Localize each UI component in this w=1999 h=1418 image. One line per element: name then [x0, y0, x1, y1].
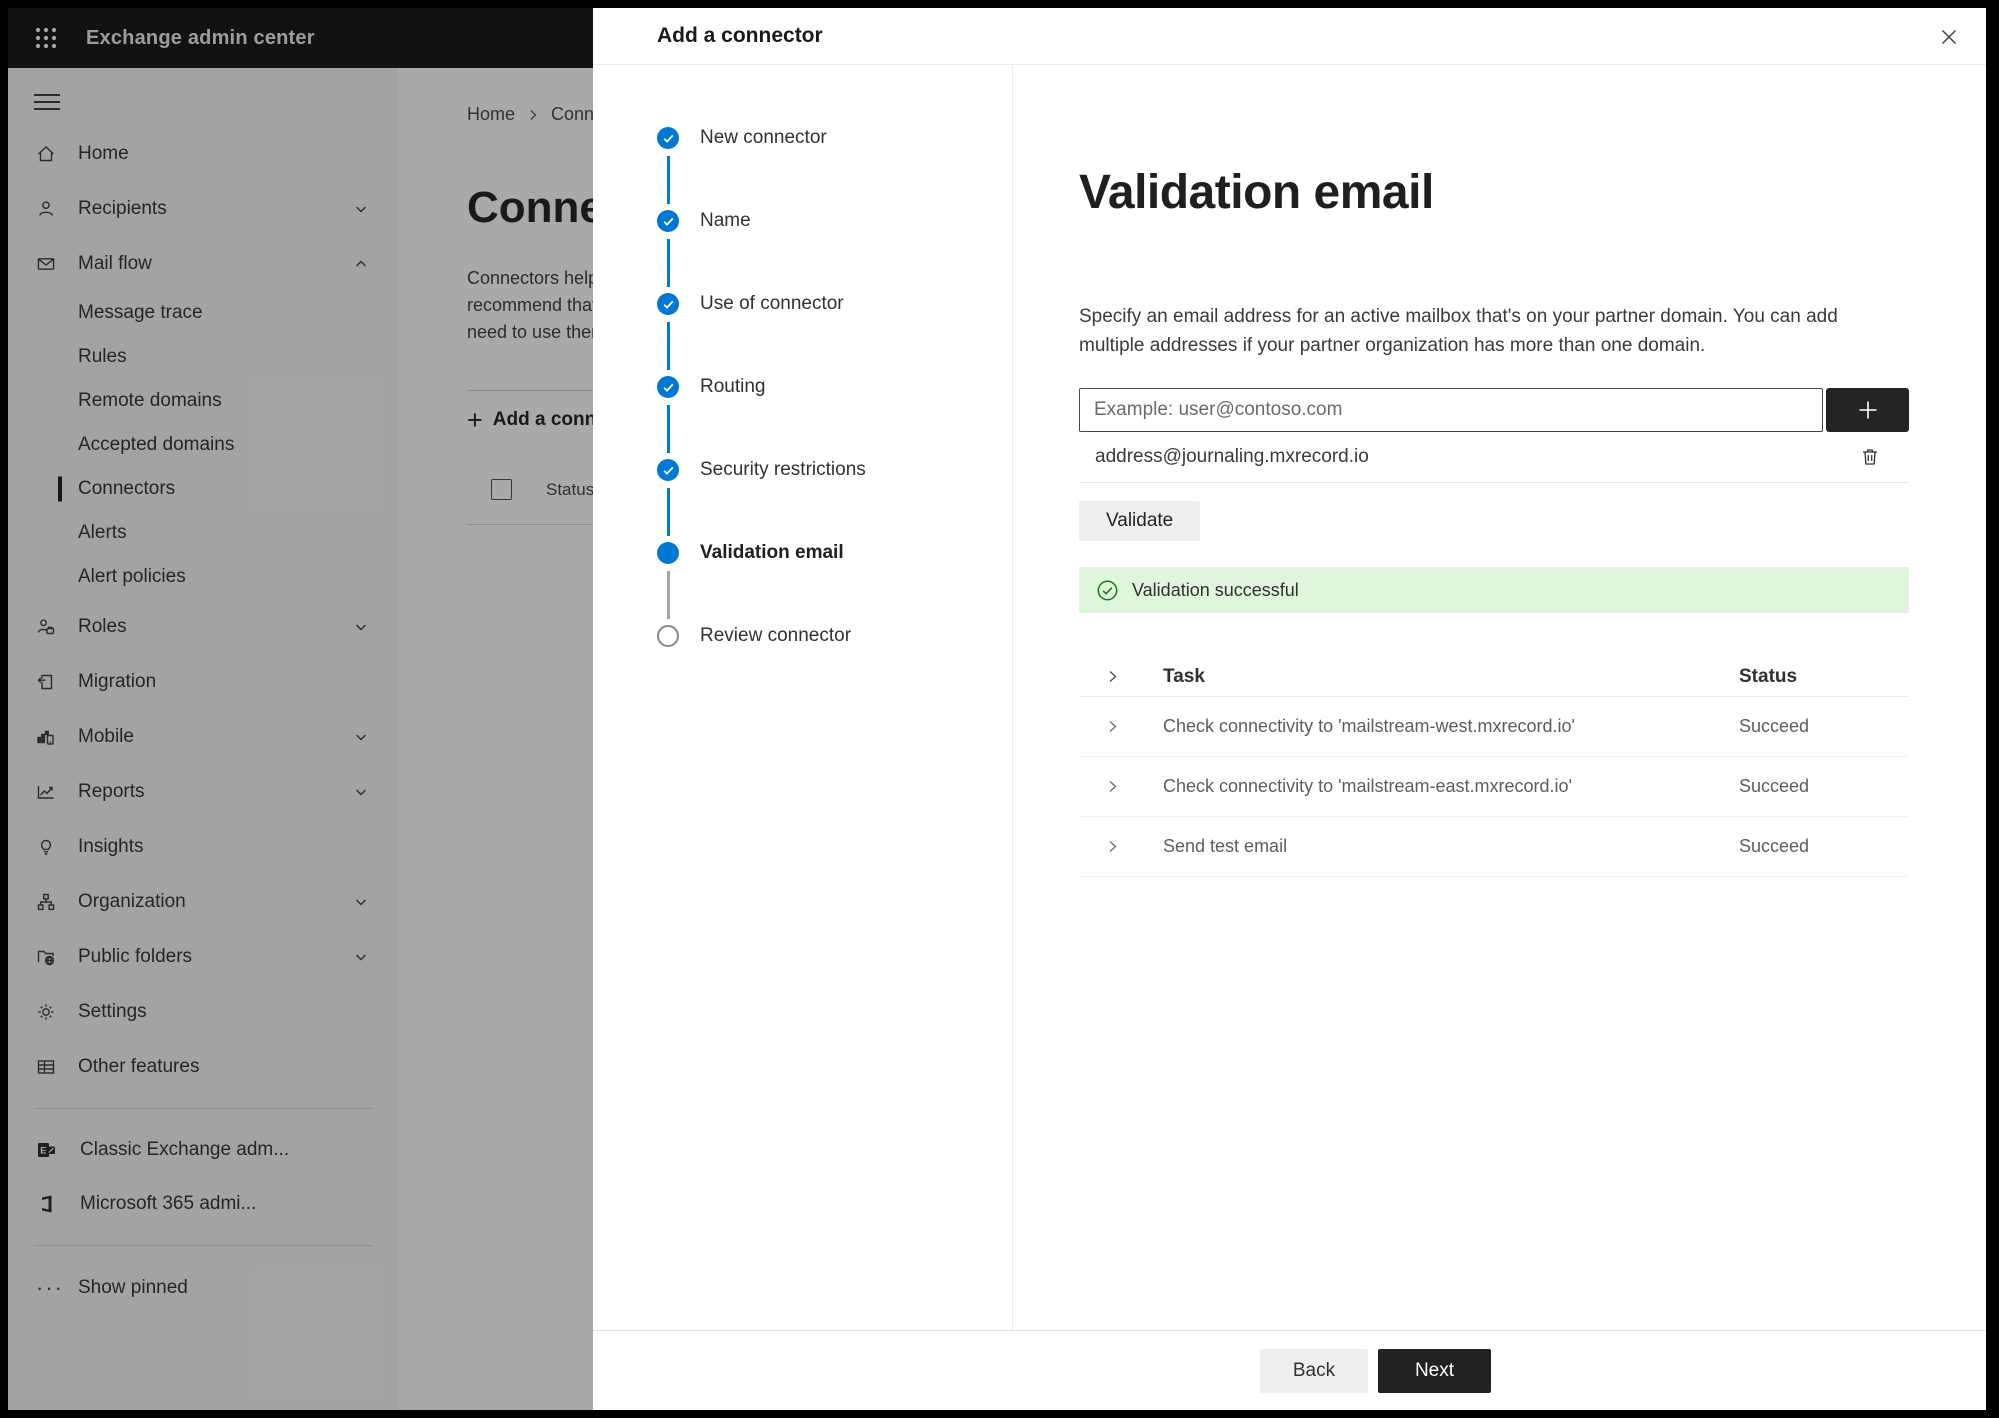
validation-success-banner: Validation successful	[1079, 567, 1909, 613]
email-address-row: address@journaling.mxrecord.io	[1079, 432, 1909, 483]
email-address-input[interactable]	[1079, 388, 1823, 432]
task-cell: Check connectivity to 'mailstream-west.m…	[1163, 716, 1575, 736]
wizard-footer: Back Next	[593, 1330, 1986, 1410]
status-cell: Succeed	[1739, 836, 1810, 856]
back-button[interactable]: Back	[1260, 1348, 1368, 1393]
add-email-button[interactable]	[1826, 388, 1909, 432]
table-row[interactable]: Check connectivity to 'mailstream-west.m…	[1079, 697, 1909, 757]
step-name[interactable]: Name	[657, 210, 1012, 293]
step-done-icon	[657, 293, 679, 315]
task-cell: Check connectivity to 'mailstream-east.m…	[1163, 776, 1573, 796]
email-address-value: address@journaling.mxrecord.io	[1095, 446, 1369, 467]
panel-title: Add a connector	[657, 24, 823, 47]
task-cell: Send test email	[1163, 836, 1288, 856]
wizard-stepper: New connector Name Use of connector Rout…	[593, 65, 1013, 1330]
table-row[interactable]: Check connectivity to 'mailstream-east.m…	[1079, 757, 1909, 817]
step-review-connector[interactable]: Review connector	[657, 625, 1012, 708]
task-column-header: Task	[1163, 665, 1205, 687]
chevron-right-icon[interactable]	[1105, 719, 1120, 734]
chevron-right-icon[interactable]	[1105, 779, 1120, 794]
next-button[interactable]: Next	[1378, 1348, 1491, 1393]
step-validation-email[interactable]: Validation email	[657, 542, 1012, 625]
validate-button[interactable]: Validate	[1079, 501, 1201, 541]
step-heading: Validation email	[1079, 166, 1434, 219]
table-header-row: Task Status	[1079, 657, 1909, 697]
add-connector-panel: Add a connector New connector Name Use o…	[593, 8, 1986, 1410]
step-done-icon	[657, 210, 679, 232]
step-description: Specify an email address for an active m…	[1079, 306, 1838, 356]
chevron-right-icon[interactable]	[1105, 839, 1120, 854]
status-cell: Succeed	[1739, 716, 1810, 736]
step-security-restrictions[interactable]: Security restrictions	[657, 459, 1012, 542]
chevron-right-icon[interactable]	[1105, 669, 1120, 684]
table-row[interactable]: Send test email Succeed	[1079, 817, 1909, 877]
validation-email-step-content: Validation email Specify an email addres…	[1013, 65, 1986, 1330]
delete-address-icon[interactable]	[1859, 445, 1883, 469]
step-done-icon	[657, 459, 679, 481]
success-check-icon	[1097, 580, 1118, 600]
step-current-icon	[657, 542, 679, 564]
step-routing[interactable]: Routing	[657, 376, 1012, 459]
step-todo-icon	[657, 625, 679, 647]
status-column-header: Status	[1739, 665, 1798, 687]
banner-text: Validation successful	[1132, 579, 1299, 600]
step-done-icon	[657, 127, 679, 149]
status-cell: Succeed	[1739, 776, 1810, 796]
step-use-of-connector[interactable]: Use of connector	[657, 293, 1012, 376]
close-icon[interactable]	[1934, 22, 1964, 52]
step-done-icon	[657, 376, 679, 398]
plus-icon	[1859, 401, 1876, 419]
validation-tasks-table: Task Status Check connectivity to 'mails…	[1079, 657, 1909, 877]
step-new-connector[interactable]: New connector	[657, 127, 1012, 210]
screen-frame: Exchange admin center Home Recipients Ma…	[0, 0, 1999, 1418]
